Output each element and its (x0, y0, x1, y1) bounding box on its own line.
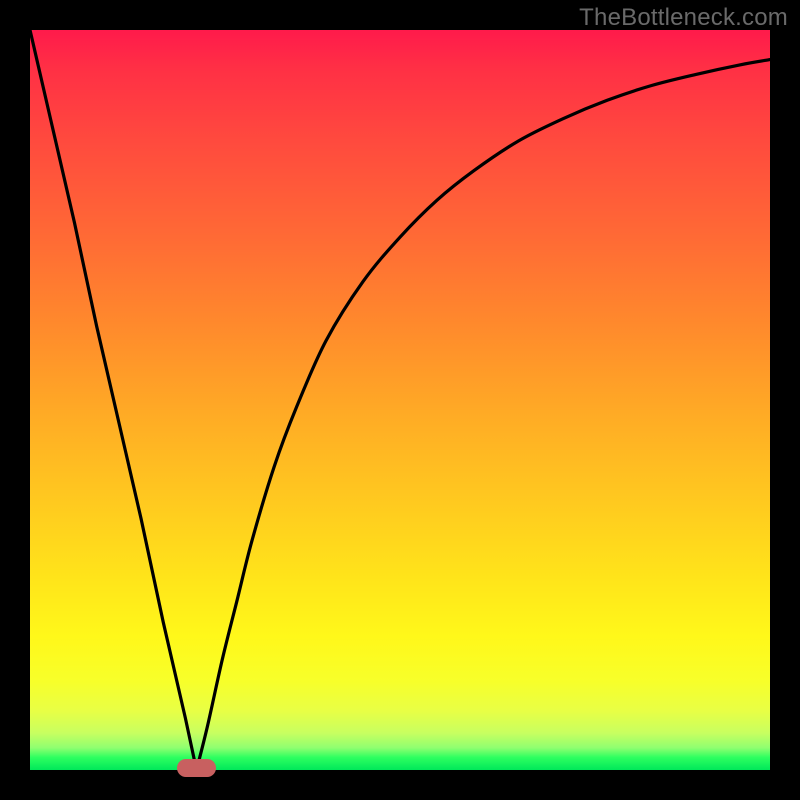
bottleneck-curve (30, 30, 770, 770)
chart-frame: TheBottleneck.com (0, 0, 800, 800)
optimal-marker (177, 759, 217, 777)
watermark-text: TheBottleneck.com (579, 4, 788, 32)
plot-area (30, 30, 770, 770)
